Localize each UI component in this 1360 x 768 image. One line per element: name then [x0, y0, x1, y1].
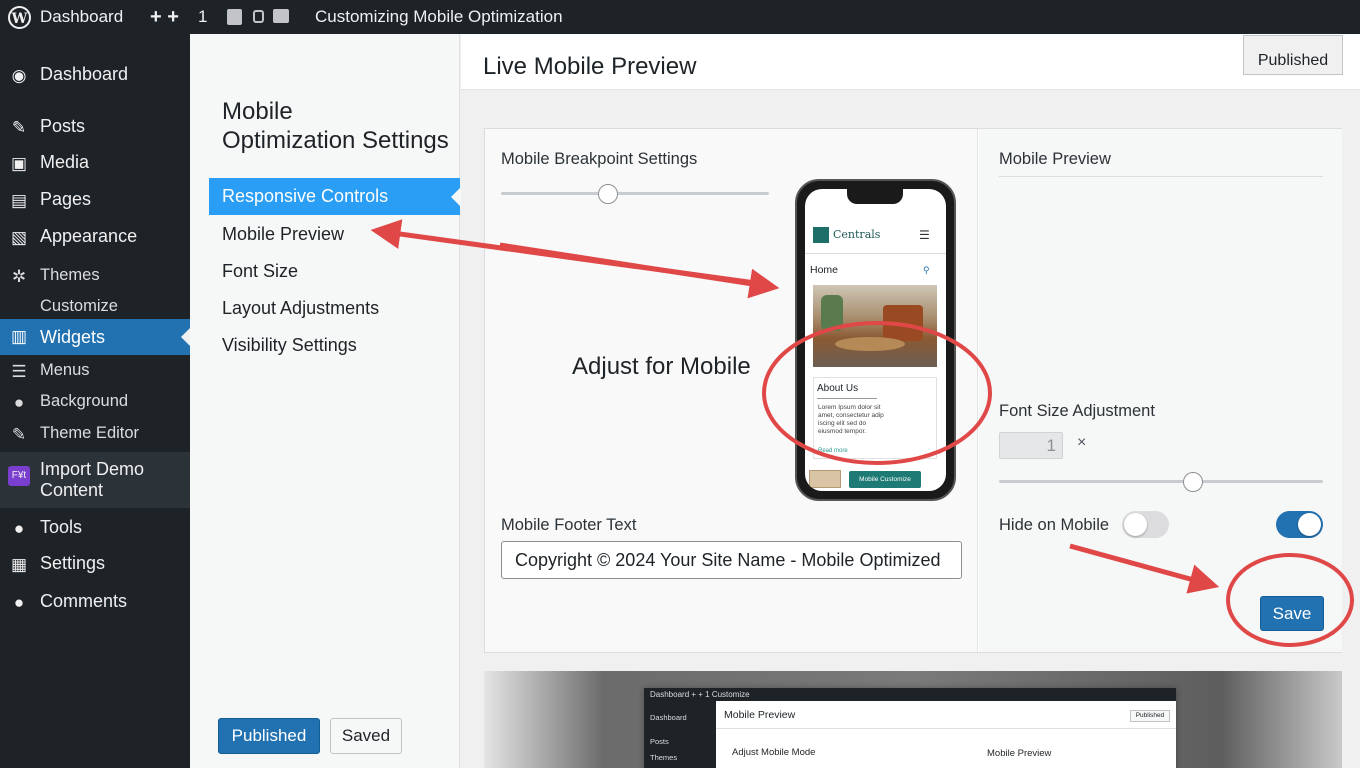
active-indicator: [181, 328, 190, 346]
site-name-link[interactable]: Dashboard: [40, 0, 123, 34]
menu-font-size[interactable]: Font Size: [209, 253, 460, 290]
room-photo: [813, 285, 937, 367]
wrench-icon: ✎: [11, 425, 27, 444]
font-size-input[interactable]: 1: [999, 432, 1063, 459]
hamburger-icon[interactable]: ☰: [919, 229, 930, 241]
mobile-preview-label: Mobile Preview: [999, 150, 1111, 168]
import-icon: F¥t: [8, 466, 30, 486]
main-title: Live Mobile Preview: [483, 53, 697, 80]
screen-icon[interactable]: [273, 9, 289, 23]
breakpoint-label: Mobile Breakpoint Settings: [501, 150, 698, 168]
saved-button[interactable]: Saved: [330, 718, 402, 754]
page-title: Customizing Mobile Optimization: [315, 7, 563, 26]
hide-on-mobile-label: Hide on Mobile: [999, 516, 1110, 534]
wordpress-logo-icon[interactable]: W: [8, 6, 31, 29]
close-icon[interactable]: ×: [1077, 434, 1086, 452]
admin-bar: W Dashboard + + 1 Customizing Mobile Opt…: [0, 0, 1360, 34]
thumbnail-image: [809, 470, 841, 488]
panel-title: Mobile Optimization Settings: [222, 98, 449, 154]
media-icon: ▣: [10, 154, 28, 173]
info-icon: ●: [13, 593, 25, 612]
about-card: About Us Lorem Ipsum dolor sit amet, con…: [813, 377, 937, 459]
mini-screenshot: Dashboard + + 1 Customize Dashboard Post…: [644, 688, 1176, 768]
settings-left-column: Mobile Breakpoint Settings Adjust for Mo…: [485, 129, 978, 652]
main-header: Live Mobile Preview Published: [461, 34, 1360, 90]
adjust-heading: Adjust for Mobile: [572, 353, 751, 380]
menu-layout-adjustments[interactable]: Layout Adjustments: [209, 290, 460, 327]
screenshot-thumbnail: Dashboard + + 1 Customize Dashboard Post…: [484, 671, 1342, 768]
published-button[interactable]: Published: [218, 718, 320, 754]
updates-count[interactable]: 1: [198, 0, 207, 34]
settings-card: Mobile Breakpoint Settings Adjust for Mo…: [484, 128, 1342, 653]
customizer-panel: Mobile Optimization Settings Responsive …: [190, 34, 461, 768]
font-size-label: Font Size Adjustment: [999, 402, 1155, 420]
plus-icon[interactable]: + +: [150, 0, 179, 34]
sidebar-item-import-demo[interactable]: F¥t Import Demo Content: [0, 452, 190, 508]
user-icon: ●: [13, 393, 25, 412]
divider: [999, 176, 1323, 177]
pages-icon: ▤: [10, 191, 28, 210]
settings-right-column: Mobile Preview Font Size Adjustment 1 × …: [979, 129, 1342, 652]
phone-cta-button[interactable]: Mobile Customize: [849, 471, 921, 488]
user-icon: ●: [13, 519, 25, 538]
pushpin-icon: ✎: [11, 118, 27, 137]
bubble-icon[interactable]: [253, 10, 264, 23]
font-size-slider-thumb[interactable]: [1183, 472, 1204, 492]
breakpoint-slider[interactable]: [501, 184, 769, 204]
menu-mobile-preview[interactable]: Mobile Preview: [209, 216, 460, 253]
brand-logo-icon: [813, 227, 829, 243]
phone-brand: Centrals: [833, 228, 881, 241]
menu-responsive-controls[interactable]: Responsive Controls: [209, 178, 461, 215]
phone-search-icon[interactable]: ⚲: [923, 265, 930, 276]
gear-icon: ✲: [11, 267, 27, 286]
admin-sidebar: ◉ Dashboard ✎ Posts ▣ Media ▤ Pages ▧ Ap…: [0, 34, 190, 768]
phone-home: Home: [810, 264, 839, 276]
font-size-slider[interactable]: [999, 472, 1323, 492]
phone-mockup: Centrals ☰ Home ⚲ About Us Lorem Ipsum d…: [795, 179, 956, 501]
dashboard-icon: ◉: [11, 66, 27, 85]
phone-screen: Centrals ☰ Home ⚲ About Us Lorem Ipsum d…: [805, 189, 946, 491]
mobile-visibility-toggle[interactable]: [1276, 511, 1323, 538]
hide-on-mobile-toggle[interactable]: [1122, 511, 1169, 538]
active-indicator: [451, 186, 461, 207]
widgets-icon: ▥: [10, 327, 28, 346]
sidebar-item-widgets[interactable]: ▥ Widgets: [0, 319, 190, 355]
footer-text-input[interactable]: Copyright © 2024 Your Site Name - Mobile…: [501, 541, 962, 579]
comment-icon[interactable]: [227, 9, 242, 25]
breakpoint-slider-thumb[interactable]: [598, 184, 619, 204]
menus-icon: ☰: [11, 362, 27, 381]
menu-visibility-settings[interactable]: Visibility Settings: [209, 327, 460, 364]
footer-text-label: Mobile Footer Text: [501, 516, 637, 534]
save-button[interactable]: Save: [1260, 596, 1324, 631]
appearance-icon: ▧: [10, 228, 28, 247]
published-status-button[interactable]: Published: [1243, 35, 1343, 75]
settings-icon: ▦: [10, 555, 28, 574]
